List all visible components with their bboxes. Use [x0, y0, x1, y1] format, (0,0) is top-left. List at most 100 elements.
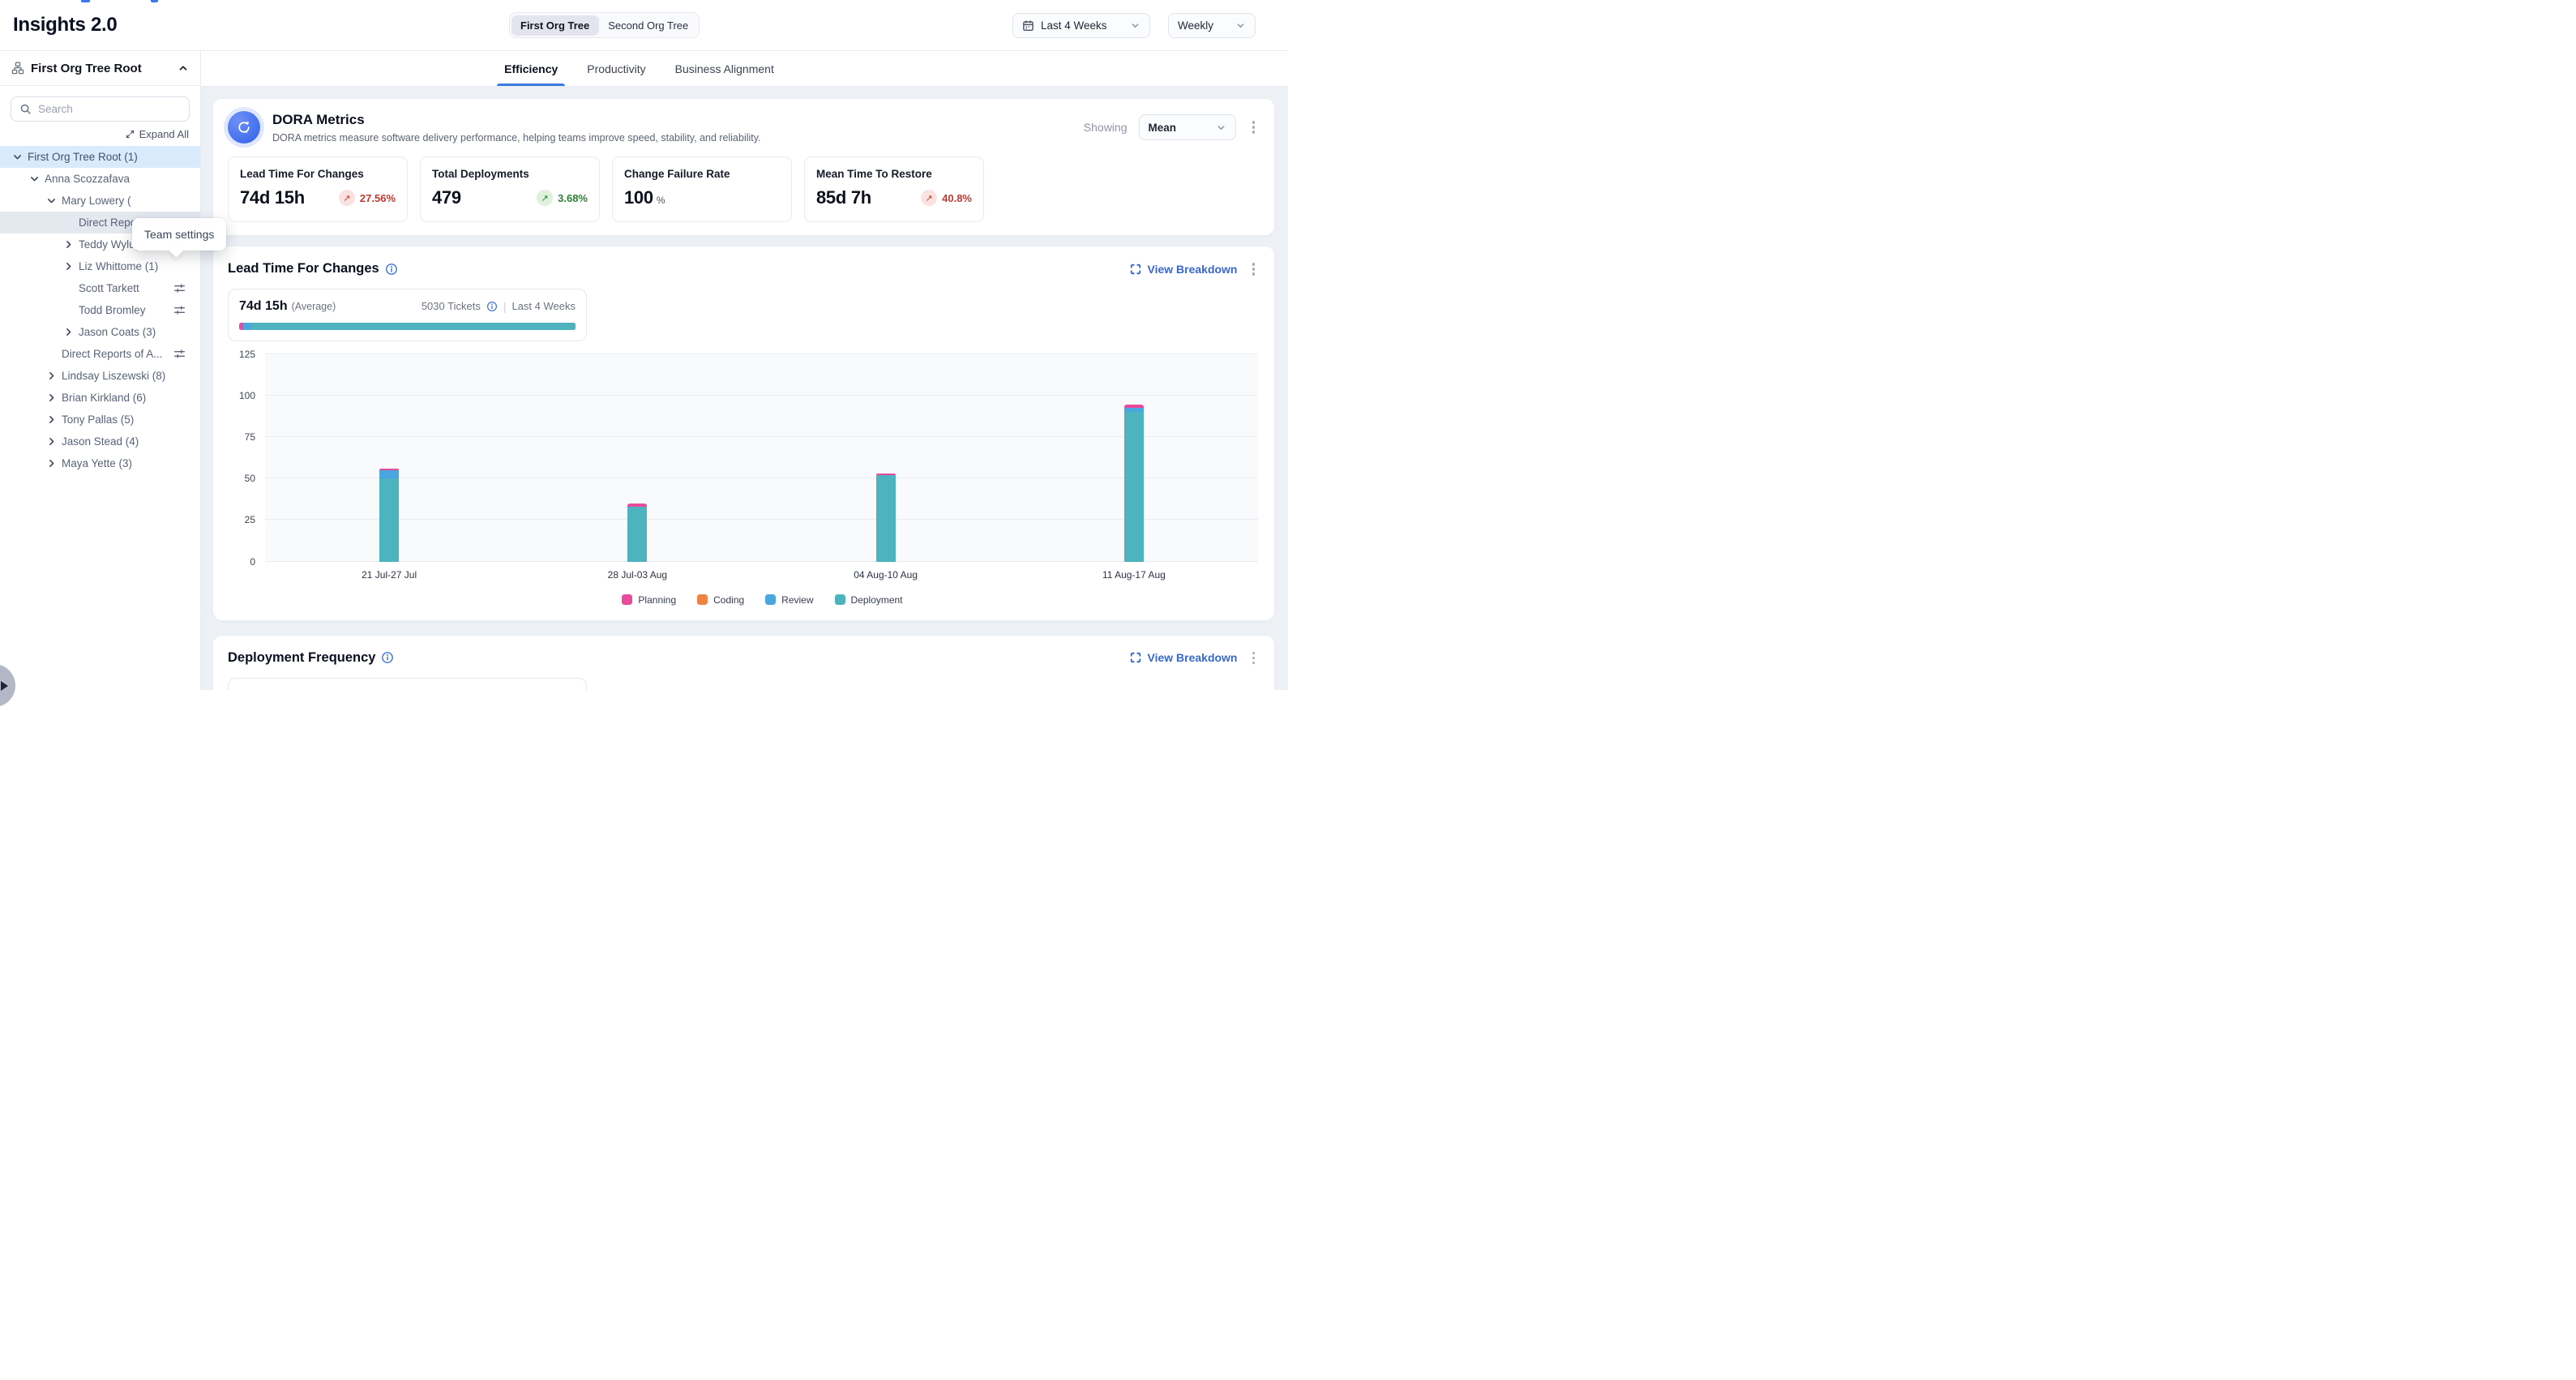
aggregation-select[interactable]: Mean — [1139, 114, 1236, 140]
search-input[interactable] — [38, 103, 181, 115]
lead-time-kebab-menu[interactable] — [1247, 259, 1260, 279]
dora-kebab-menu[interactable] — [1247, 118, 1260, 137]
calendar-icon — [1022, 19, 1034, 32]
trend-up-arrow-icon: ↗ — [537, 190, 553, 206]
info-icon[interactable] — [381, 651, 394, 664]
metric-card: Lead Time For Changes74d 15h↗27.56% — [228, 156, 408, 222]
team-settings-icon[interactable] — [173, 348, 186, 360]
expand-corners-icon — [1130, 652, 1141, 663]
tree-item[interactable]: Jason Coats (3) — [0, 321, 200, 343]
view-breakdown-link[interactable]: View Breakdown — [1130, 263, 1237, 276]
lead-time-title: Lead Time For Changes — [228, 261, 379, 276]
trend-badge: ↗27.56% — [339, 190, 396, 206]
expand-all-button[interactable]: Expand All — [11, 128, 189, 140]
deployment-frequency-title: Deployment Frequency — [228, 650, 375, 666]
sidebar: First Org Tree Root Expand All First Org… — [0, 50, 201, 690]
info-icon[interactable] — [486, 301, 498, 312]
y-axis-tick: 125 — [239, 349, 255, 360]
stacked-bar-21 Jul-27 Jul[interactable] — [379, 469, 399, 562]
chevron-right-icon[interactable] — [62, 260, 75, 272]
toggle-second-org-tree[interactable]: Second Org Tree — [599, 15, 697, 36]
divider: | — [503, 300, 507, 313]
view-breakdown-link[interactable]: View Breakdown — [1130, 651, 1237, 664]
chevron-right-icon[interactable] — [45, 392, 58, 404]
tree-item[interactable]: Mary Lowery ( — [0, 190, 200, 212]
tree-item[interactable]: Jason Stead (4) — [0, 431, 200, 452]
tree-item[interactable]: Direct Reports of A... — [0, 343, 200, 365]
tree-item-label: Direct Reports of A... — [62, 348, 163, 360]
tree-item[interactable]: Brian Kirkland (6) — [0, 387, 200, 409]
trend-badge: ↗40.8% — [921, 190, 972, 206]
legend-item-coding[interactable]: Coding — [697, 594, 744, 606]
tree-item[interactable]: Todd Bromley — [0, 299, 200, 321]
metric-label: Total Deployments — [432, 168, 588, 180]
metric-value: 479 — [432, 187, 461, 208]
chevron-down-icon — [1235, 20, 1246, 31]
legend-item-review[interactable]: Review — [765, 594, 813, 606]
org-tree-icon — [11, 62, 24, 75]
lead-time-chart: 0255075100125 21 Jul-27 Jul28 Jul-03 Aug… — [228, 354, 1260, 609]
x-axis-label: 28 Jul-03 Aug — [608, 569, 667, 581]
tree-item[interactable]: Tony Pallas (5) — [0, 409, 200, 431]
tree-item-label: Liz Whittome (1) — [79, 260, 158, 272]
stacked-bar-04 Aug-10 Aug[interactable] — [876, 474, 896, 562]
dora-subtitle: DORA metrics measure software delivery p… — [272, 132, 1084, 144]
metric-label: Lead Time For Changes — [240, 168, 396, 180]
toggle-first-org-tree[interactable]: First Org Tree — [511, 15, 598, 36]
tree-item[interactable]: Anna Scozzafava — [0, 168, 200, 190]
y-axis-tick: 50 — [245, 473, 255, 484]
granularity-select[interactable]: Weekly — [1168, 13, 1256, 38]
phase-distribution-bar — [239, 323, 576, 330]
chevron-right-icon[interactable] — [45, 414, 58, 426]
date-range-select[interactable]: Last 4 Weeks — [1012, 13, 1150, 38]
tabs-bar: Efficiency Productivity Business Alignme… — [201, 51, 1288, 87]
chevron-right-icon[interactable] — [62, 238, 75, 251]
sidebar-expand-handle[interactable] — [0, 664, 15, 707]
legend-item-deployment[interactable]: Deployment — [835, 594, 903, 606]
chevron-spacer — [62, 304, 75, 316]
tree-item[interactable]: Liz Whittome (1) — [0, 255, 200, 277]
legend-swatch — [835, 594, 845, 605]
metric-value: 85d 7h — [816, 187, 871, 208]
app-header: Insights 2.0 First Org Tree Second Org T… — [0, 0, 1288, 50]
chart-x-axis: 21 Jul-27 Jul28 Jul-03 Aug04 Aug-10 Aug1… — [265, 569, 1258, 582]
tree-item[interactable]: Lindsay Liszewski (8) — [0, 365, 200, 387]
y-axis-tick: 25 — [245, 514, 255, 525]
collapse-chevron-up-icon[interactable] — [178, 62, 189, 74]
chevron-down-icon[interactable] — [45, 195, 58, 207]
x-axis-label: 11 Aug-17 Aug — [1102, 569, 1166, 581]
info-icon[interactable] — [385, 263, 398, 276]
tree-item-label: First Org Tree Root (1) — [28, 151, 138, 163]
chevron-right-icon[interactable] — [45, 370, 58, 382]
tooltip-text: Team settings — [144, 228, 214, 241]
chevron-right-icon[interactable] — [62, 326, 75, 338]
deployment-kebab-menu[interactable] — [1247, 649, 1260, 668]
metric-card: Change Failure Rate100% — [612, 156, 792, 222]
tree-item[interactable]: Scott Tarkett — [0, 277, 200, 299]
legend-item-planning[interactable]: Planning — [622, 594, 676, 606]
tab-productivity[interactable]: Productivity — [587, 51, 645, 86]
y-axis-tick: 0 — [250, 556, 255, 568]
chevron-down-icon[interactable] — [28, 173, 41, 185]
team-settings-icon[interactable] — [173, 304, 186, 316]
tree-item[interactable]: First Org Tree Root (1) — [0, 146, 200, 168]
chevron-spacer — [62, 216, 75, 229]
team-settings-icon[interactable] — [173, 282, 186, 294]
phase-segment-deployment — [251, 323, 576, 330]
org-tree: First Org Tree Root (1)Anna ScozzafavaMa… — [0, 146, 200, 474]
chevron-right-icon[interactable] — [45, 435, 58, 448]
tab-efficiency[interactable]: Efficiency — [504, 51, 558, 86]
tree-item-label: Jason Stead (4) — [62, 435, 139, 448]
bar-segment-deployment — [627, 507, 647, 562]
metric-card: Mean Time To Restore85d 7h↗40.8% — [804, 156, 984, 222]
tab-business-alignment[interactable]: Business Alignment — [675, 51, 774, 86]
tree-item[interactable]: Maya Yette (3) — [0, 452, 200, 474]
chevron-right-icon[interactable] — [45, 457, 58, 469]
legend-swatch — [697, 594, 708, 605]
tree-item-label: Todd Bromley — [79, 304, 146, 316]
chevron-down-icon[interactable] — [11, 151, 24, 163]
stacked-bar-28 Jul-03 Aug[interactable] — [627, 504, 647, 562]
stacked-bar-11 Aug-17 Aug[interactable] — [1124, 405, 1144, 562]
expand-corners-icon — [1130, 264, 1141, 275]
bar-segment-deployment — [1124, 412, 1144, 561]
